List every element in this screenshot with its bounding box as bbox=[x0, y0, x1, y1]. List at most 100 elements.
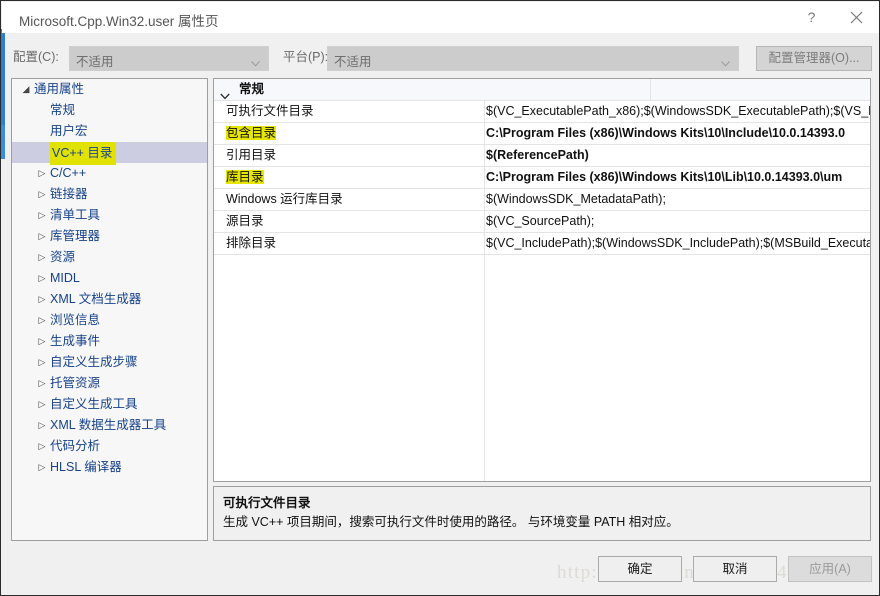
tree-item[interactable]: ▷ HLSL 编译器 bbox=[12, 457, 207, 478]
tree-item-label: 自定义生成步骤 bbox=[50, 355, 138, 369]
property-pages-dialog: Microsoft.Cpp.Win32.user 属性页 ? 配置(C): 平台… bbox=[0, 0, 880, 596]
grid-row-name: 库目录 bbox=[226, 167, 264, 188]
grid-row-name: Windows 运行库目录 bbox=[226, 192, 343, 206]
grid-row[interactable]: 引用目录 $(ReferencePath) bbox=[214, 145, 870, 167]
ok-button[interactable]: 确定 bbox=[598, 556, 682, 582]
tree-item[interactable]: ◢ 通用属性 bbox=[12, 79, 207, 100]
grid-row-value[interactable]: $(ReferencePath) bbox=[486, 145, 870, 166]
tree-item[interactable]: ▷ 生成事件 bbox=[12, 331, 207, 352]
grid-row[interactable]: 包含目录 C:\Program Files (x86)\Windows Kits\… bbox=[214, 123, 870, 145]
tree-item[interactable]: ▷ C/C++ bbox=[12, 163, 207, 184]
description-panel: 可执行文件目录 生成 VC++ 项目期间，搜索可执行文件时使用的路径。 与环境变… bbox=[213, 486, 871, 541]
tree-item-label: 生成事件 bbox=[50, 334, 101, 348]
grid-category-header[interactable]: 常规 bbox=[214, 79, 870, 101]
chevron-down-icon bbox=[721, 56, 730, 67]
highlight-marker: 包含目录 bbox=[226, 126, 277, 140]
platform-value: 不适用 bbox=[334, 55, 372, 69]
platform-dropdown[interactable]: 不适用 bbox=[327, 46, 739, 71]
triangle-right-icon[interactable]: ▷ bbox=[34, 373, 50, 394]
tree-item[interactable]: 用户宏 bbox=[12, 121, 207, 142]
grid-column-splitter[interactable] bbox=[484, 100, 485, 481]
tree-item[interactable]: ▷ 托管资源 bbox=[12, 373, 207, 394]
title-bar: Microsoft.Cpp.Win32.user 属性页 ? bbox=[2, 2, 879, 33]
grid-row-value[interactable]: C:\Program Files (x86)\Windows Kits\10\L… bbox=[486, 167, 870, 188]
tree-item[interactable]: ▷ 浏览信息 bbox=[12, 310, 207, 331]
grid-row[interactable]: 排除目录 $(VC_IncludePath);$(WindowsSDK_Inclu… bbox=[214, 233, 870, 255]
tree-item[interactable]: ▷ 代码分析 bbox=[12, 436, 207, 457]
tree-item-label: VC++ 目录 bbox=[50, 142, 117, 165]
apply-button[interactable]: 应用(A) bbox=[788, 556, 872, 582]
grid-row-container: 可执行文件目录 $(VC_ExecutablePath_x86);$(Window… bbox=[214, 101, 870, 255]
triangle-right-icon[interactable]: ▷ bbox=[34, 352, 50, 373]
triangle-right-icon[interactable]: ▷ bbox=[34, 457, 50, 478]
tree-item[interactable]: ▷ MIDL bbox=[12, 268, 207, 289]
grid-row[interactable]: 源目录 $(VC_SourcePath); bbox=[214, 211, 870, 233]
tree-item-label: 用户宏 bbox=[50, 124, 88, 138]
window-title: Microsoft.Cpp.Win32.user 属性页 bbox=[19, 14, 219, 29]
tree-item-label: 浏览信息 bbox=[50, 313, 101, 327]
grid-row-value[interactable]: C:\Program Files (x86)\Windows Kits\10\I… bbox=[486, 123, 870, 144]
tree-item[interactable]: ▷ 链接器 bbox=[12, 184, 207, 205]
triangle-right-icon[interactable]: ▷ bbox=[34, 163, 50, 184]
tree-item-label: 清单工具 bbox=[50, 208, 101, 222]
tree-item[interactable]: ▷ 自定义生成工具 bbox=[12, 394, 207, 415]
triangle-right-icon[interactable]: ▷ bbox=[34, 226, 50, 247]
tree-item[interactable]: ▷ 资源 bbox=[12, 247, 207, 268]
tree-item[interactable]: ▷ XML 文档生成器 bbox=[12, 289, 207, 310]
tree-item-label: 链接器 bbox=[50, 187, 88, 201]
tree-item[interactable]: ▷ 库管理器 bbox=[12, 226, 207, 247]
tree-item-label: 资源 bbox=[50, 250, 76, 264]
grid-row[interactable]: 可执行文件目录 $(VC_ExecutablePath_x86);$(Window… bbox=[214, 101, 870, 123]
tree-item-label: C/C++ bbox=[50, 166, 87, 180]
triangle-right-icon[interactable]: ▷ bbox=[34, 247, 50, 268]
tree-item-label: 代码分析 bbox=[50, 439, 101, 453]
grid-row-value[interactable]: $(VC_IncludePath);$(WindowsSDK_IncludePa… bbox=[486, 233, 870, 254]
grid-row-value[interactable]: $(VC_SourcePath); bbox=[486, 211, 870, 232]
property-tree[interactable]: ◢ 通用属性 常规 用户宏 VC++ 目录 ▷ C/C++ ▷ 链接器 ▷ 清单工具 ▷ 库管理器… bbox=[11, 78, 208, 541]
grid-category-label: 常规 bbox=[239, 82, 265, 96]
grid-row-value[interactable]: $(WindowsSDK_MetadataPath); bbox=[486, 189, 870, 210]
tree-item[interactable]: ▷ XML 数据生成器工具 bbox=[12, 415, 207, 436]
triangle-right-icon[interactable]: ▷ bbox=[34, 310, 50, 331]
triangle-right-icon[interactable]: ▷ bbox=[34, 436, 50, 457]
window-accent-stripe-secondary bbox=[1, 125, 5, 159]
help-icon[interactable]: ? bbox=[789, 2, 834, 33]
configuration-manager-button[interactable]: 配置管理器(O)... bbox=[756, 46, 872, 71]
description-body: 生成 VC++ 项目期间，搜索可执行文件时使用的路径。 与环境变量 PATH 相… bbox=[223, 515, 679, 529]
grid-row-name: 排除目录 bbox=[226, 236, 277, 250]
triangle-right-icon[interactable]: ▷ bbox=[34, 268, 50, 289]
cancel-button[interactable]: 取消 bbox=[693, 556, 777, 582]
highlight-marker: 库目录 bbox=[226, 170, 264, 184]
grid-row-value[interactable]: $(VC_ExecutablePath_x86);$(WindowsSDK_Ex… bbox=[486, 101, 870, 122]
triangle-right-icon[interactable]: ▷ bbox=[34, 415, 50, 436]
grid-row[interactable]: Windows 运行库目录 $(WindowsSDK_MetadataPath); bbox=[214, 189, 870, 211]
triangle-down-icon[interactable]: ◢ bbox=[18, 79, 34, 100]
tree-item[interactable]: ▷ 自定义生成步骤 bbox=[12, 352, 207, 373]
configuration-dropdown[interactable]: 不适用 bbox=[69, 46, 269, 71]
triangle-right-icon[interactable]: ▷ bbox=[34, 184, 50, 205]
tree-item-label: 自定义生成工具 bbox=[50, 397, 138, 411]
tree-item-label: MIDL bbox=[50, 271, 80, 285]
grid-row-name: 源目录 bbox=[226, 214, 264, 228]
close-icon[interactable] bbox=[834, 2, 879, 33]
tree-item[interactable]: 常规 bbox=[12, 100, 207, 121]
configuration-label: 配置(C): bbox=[13, 50, 59, 64]
triangle-right-icon[interactable]: ▷ bbox=[34, 394, 50, 415]
tree-item[interactable]: ▷ 清单工具 bbox=[12, 205, 207, 226]
grid-row[interactable]: 库目录 C:\Program Files (x86)\Windows Kits\1… bbox=[214, 167, 870, 189]
tree-item-label: XML 数据生成器工具 bbox=[50, 418, 167, 432]
tree-item-label: 常规 bbox=[50, 103, 76, 117]
triangle-right-icon[interactable]: ▷ bbox=[34, 205, 50, 226]
tree-item-label: XML 文档生成器 bbox=[50, 292, 142, 306]
grid-column-splitter-top bbox=[650, 79, 651, 100]
triangle-right-icon[interactable]: ▷ bbox=[34, 289, 50, 310]
property-grid[interactable]: 常规 可执行文件目录 $(VC_ExecutablePath_x86);$(Win… bbox=[213, 78, 871, 482]
triangle-right-icon[interactable]: ▷ bbox=[34, 331, 50, 352]
tree-item-label: 通用属性 bbox=[34, 82, 85, 96]
tree-item[interactable]: VC++ 目录 bbox=[12, 142, 207, 165]
description-title: 可执行文件目录 bbox=[223, 496, 311, 510]
grid-row-name: 引用目录 bbox=[226, 148, 277, 162]
tree-item-label: 库管理器 bbox=[50, 229, 101, 243]
